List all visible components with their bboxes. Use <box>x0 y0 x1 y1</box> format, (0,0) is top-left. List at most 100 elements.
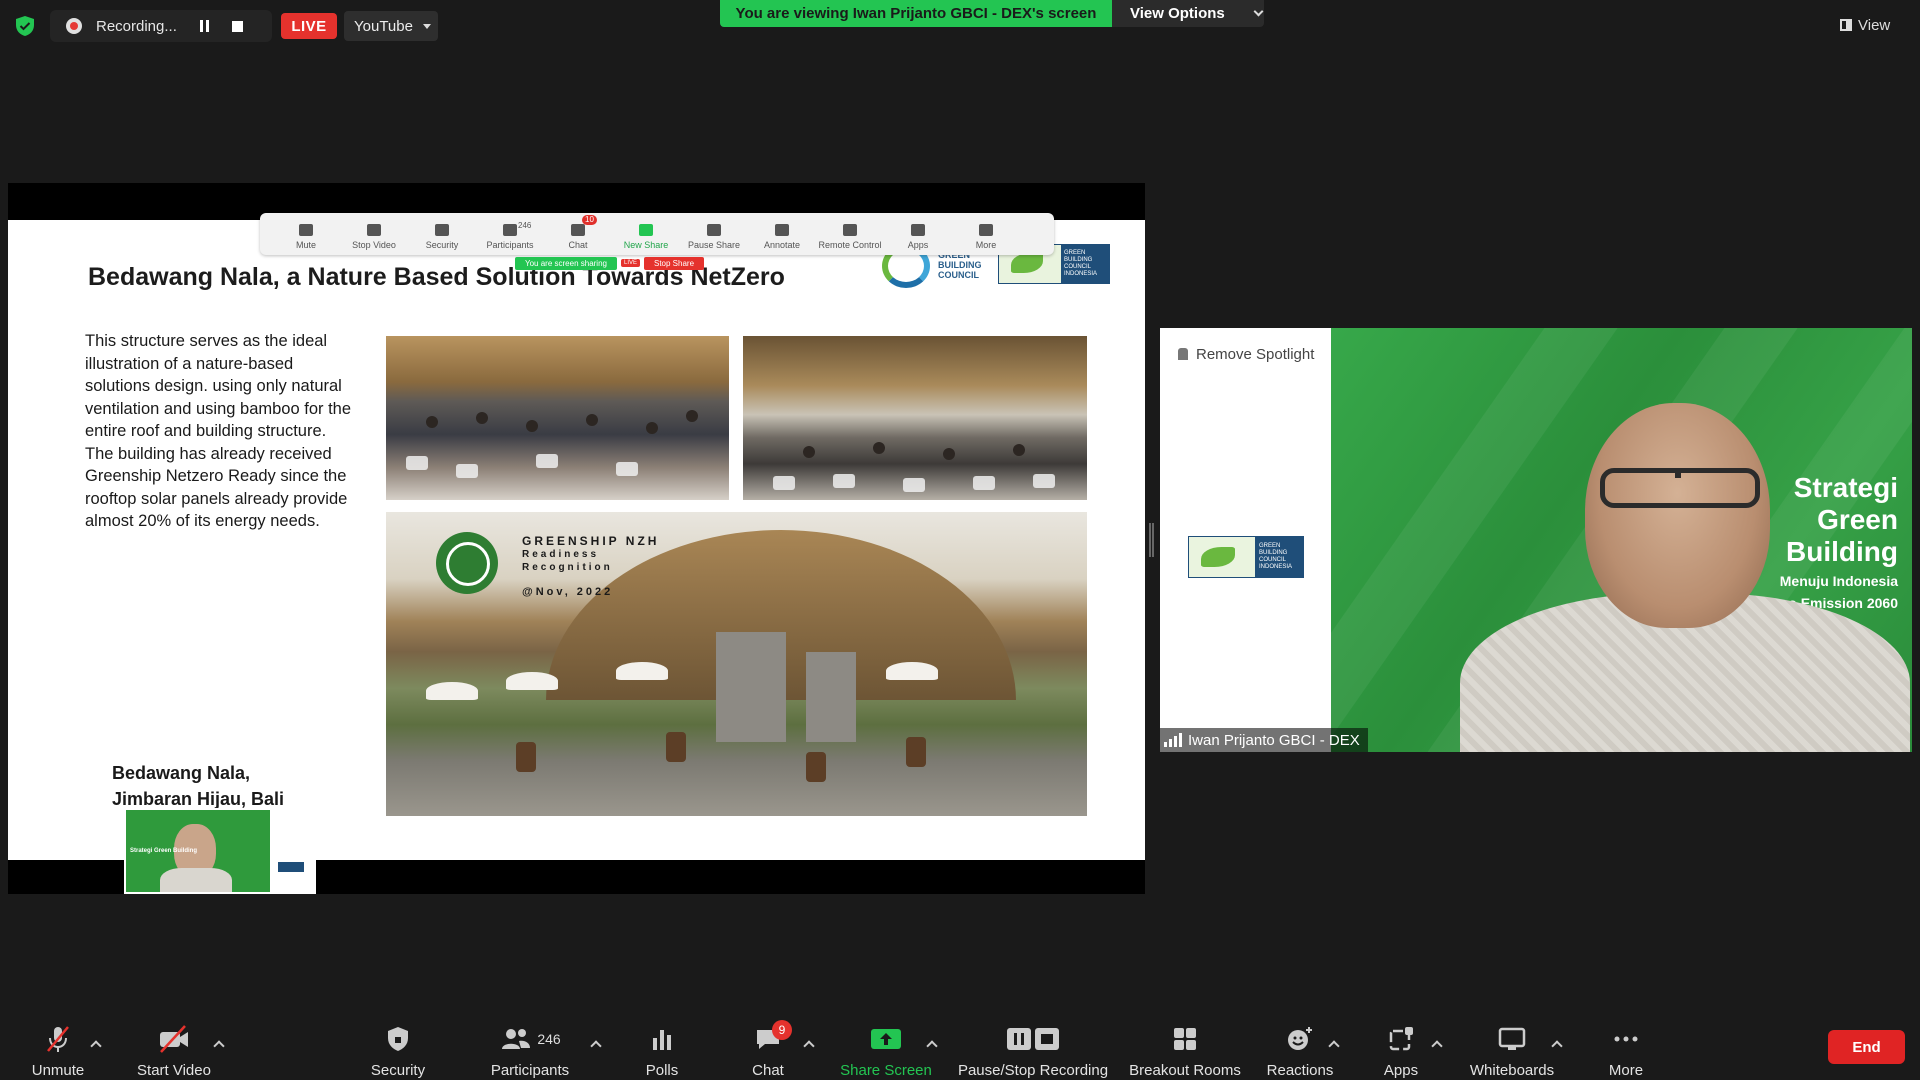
whiteboards-label: Whiteboards <box>1469 1062 1555 1079</box>
reactions-button[interactable]: Reactions <box>1266 1024 1334 1080</box>
mini-annotate-button: Annotate <box>748 213 816 253</box>
stream-target-dropdown[interactable]: YouTube <box>344 11 438 41</box>
shield-icon <box>435 224 449 236</box>
thumbnail-text: Strategi Green Building <box>130 848 198 854</box>
view-button[interactable]: View <box>1840 12 1906 38</box>
participants-button[interactable]: 246 Participants <box>488 1024 572 1080</box>
mini-new-share-button: New Share <box>612 213 680 253</box>
end-meeting-button[interactable]: End <box>1828 1030 1905 1064</box>
mini-apps-button: Apps <box>884 213 952 253</box>
chat-label: Chat <box>752 1062 784 1079</box>
audio-options-caret-icon[interactable] <box>90 1040 102 1052</box>
greenship-recognition: GREENSHIP NZH Readiness Recognition @Nov… <box>522 534 660 598</box>
apps-caret-icon[interactable] <box>1431 1040 1443 1052</box>
mini-security-button: Security <box>408 213 476 253</box>
breakout-rooms-button[interactable]: Breakout Rooms <box>1128 1024 1242 1080</box>
greenship-logo <box>436 532 498 594</box>
chat-bubble-icon <box>571 224 585 236</box>
self-view-thumbnail: Strategi Green Building <box>124 808 316 894</box>
participants-count: 246 <box>537 1031 561 1047</box>
reactions-label: Reactions <box>1266 1062 1334 1079</box>
view-layout-icon <box>1840 19 1852 31</box>
remove-spotlight-button[interactable]: Remove Spotlight <box>1170 338 1323 370</box>
participants-label: Participants <box>490 1062 570 1079</box>
chat-button[interactable]: 9 Chat <box>746 1020 792 1080</box>
start-video-button[interactable]: Start Video <box>134 1024 214 1080</box>
stream-target-label: YouTube <box>354 17 413 35</box>
share-screen-icon <box>870 1024 902 1054</box>
gbci-logo-text: GREEN BUILDING COUNCIL INDONESIA <box>1061 245 1109 283</box>
pause-recording-icon[interactable] <box>200 20 212 32</box>
screen-sharing-label: You are screen sharing <box>515 256 617 270</box>
video-off-icon <box>157 1024 191 1054</box>
recording-status: Recording... <box>50 10 272 42</box>
mic-icon <box>299 224 313 236</box>
encryption-shield-icon[interactable] <box>14 15 36 37</box>
speaker-name: Iwan Prijanto GBCI - DEX <box>1188 731 1360 749</box>
more-button[interactable]: More <box>1604 1024 1648 1080</box>
mini-pause-share-button: Pause Share <box>680 213 748 253</box>
apps-icon <box>911 224 925 236</box>
polls-button[interactable]: Polls <box>640 1024 684 1080</box>
slide-caption: Bedawang Nala, Jimbaran Hijau, Bali <box>112 763 285 809</box>
video-options-caret-icon[interactable] <box>213 1040 225 1052</box>
mini-stop-video-button: Stop Video <box>340 213 408 253</box>
caret-down-icon <box>422 23 431 29</box>
chat-caret-icon[interactable] <box>803 1040 815 1052</box>
pause-stop-icon <box>1005 1024 1061 1054</box>
recording-label: Recording... <box>96 17 177 35</box>
meeting-toolbar: Unmute Start Video Security 246 Particip… <box>0 1008 1920 1080</box>
pin-icon <box>1178 348 1188 360</box>
security-label: Security <box>370 1062 426 1079</box>
mic-muted-icon <box>43 1024 73 1054</box>
view-options-button[interactable]: View Options <box>1112 0 1264 27</box>
audience-photo-1 <box>386 336 729 500</box>
gbci-background-logo-text: GREEN BUILDING COUNCIL INDONESIA <box>1255 537 1303 577</box>
shield-icon <box>385 1024 411 1054</box>
speaker-glasses <box>1600 468 1760 508</box>
unmute-button[interactable]: Unmute <box>28 1024 88 1080</box>
chat-bubble-icon: 9 <box>754 1020 792 1054</box>
mouse-icon <box>843 224 857 236</box>
pencil-icon <box>775 224 789 236</box>
thumbnail-logo-panel <box>270 810 314 892</box>
slide-body-text: This structure serves as the ideal illus… <box>85 332 352 530</box>
breakout-rooms-label: Breakout Rooms <box>1129 1062 1241 1079</box>
signal-strength-icon <box>1164 733 1182 747</box>
thumbnail-body <box>160 868 232 892</box>
speaker-name-tag: Iwan Prijanto GBCI - DEX <box>1160 728 1368 752</box>
speaker-face <box>1585 403 1770 628</box>
bar-chart-icon <box>649 1024 675 1054</box>
start-video-label: Start Video <box>137 1062 211 1079</box>
whiteboards-button[interactable]: Whiteboards <box>1468 1024 1556 1080</box>
polls-label: Polls <box>645 1062 679 1079</box>
participants-caret-icon[interactable] <box>590 1040 602 1052</box>
apps-label: Apps <box>1383 1062 1419 1079</box>
stop-recording-icon[interactable] <box>232 20 243 32</box>
ellipsis-icon <box>1612 1024 1640 1054</box>
mini-more-button: More <box>952 213 1020 253</box>
speaker-video-tile[interactable]: GREEN BUILDING COUNCIL INDONESIA Strateg… <box>1160 328 1912 752</box>
security-button[interactable]: Security <box>366 1024 430 1080</box>
apps-icon <box>1387 1024 1415 1054</box>
mini-stop-share-button: Stop Share <box>644 256 705 270</box>
chevron-down-icon <box>1253 6 1264 17</box>
split-drag-handle[interactable] <box>1149 523 1154 557</box>
bamboo-pavilion-photo: GREENSHIP NZH Readiness Recognition @Nov… <box>386 512 1087 816</box>
pause-stop-recording-button[interactable]: Pause/Stop Recording <box>958 1024 1108 1080</box>
shared-meeting-toolbar: Mute Stop Video Security 246 Participants… <box>260 213 1054 255</box>
more-label: More <box>1608 1062 1644 1079</box>
gbci-leaf-icon <box>1189 537 1255 577</box>
share-screen-button[interactable]: Share Screen <box>838 1024 934 1080</box>
whiteboard-icon <box>1497 1024 1527 1054</box>
apps-button[interactable]: Apps <box>1380 1024 1422 1080</box>
video-camera-icon <box>367 224 381 236</box>
live-badge[interactable]: LIVE <box>281 13 337 39</box>
participants-icon <box>503 224 517 236</box>
share-arrow-icon <box>639 224 653 236</box>
mini-remote-control-button: Remote Control <box>816 213 884 253</box>
gbci-background-logo: GREEN BUILDING COUNCIL INDONESIA <box>1188 536 1304 578</box>
chat-unread-badge: 9 <box>772 1020 792 1040</box>
breakout-rooms-icon <box>1171 1024 1199 1054</box>
shared-screen[interactable]: Bedawang Nala, a Nature Based Solution T… <box>8 183 1145 894</box>
